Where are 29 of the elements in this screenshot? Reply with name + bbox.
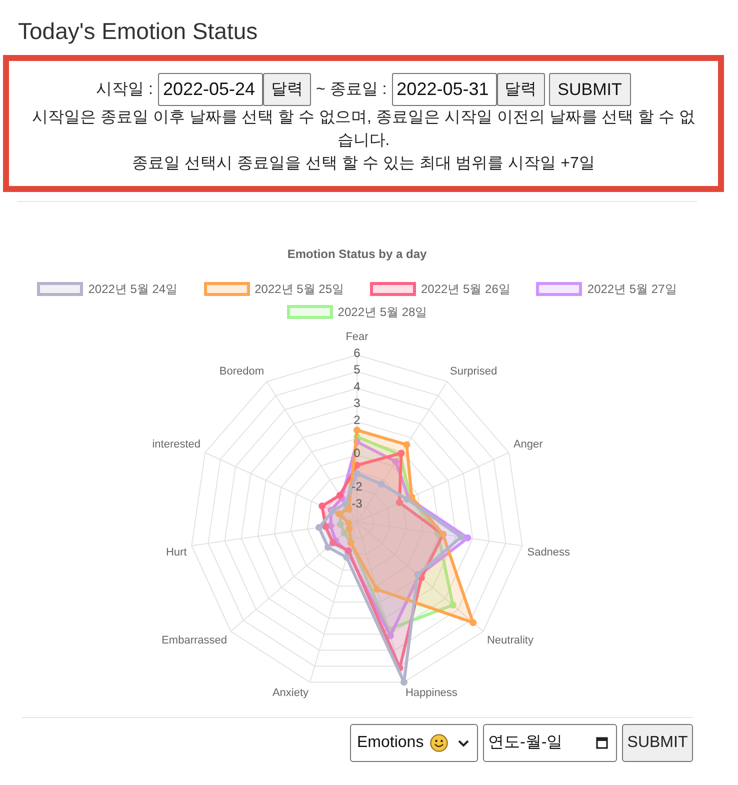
axis-label: Neutrality [487,634,534,647]
axis-label: Fear [346,331,368,343]
axis-tick-label: 6 [354,346,360,360]
axis-label: Embarrassed [162,634,227,647]
end-date-label: ~ 종료일 : [316,80,387,100]
page-title: Today's Emotion Status [18,17,258,45]
axis-tick-label: 5 [354,362,360,377]
axis-tick-label: -2 [352,480,362,494]
legend-label: 2022년 5월 27일 [587,282,677,296]
axis-label: Sadness [527,546,570,558]
legend-label: 2022년 5월 28일 [338,304,428,318]
axis-label: Anxiety [272,687,309,700]
axis-label: Anger [513,438,543,451]
axis-label: Surprised [450,365,498,378]
axis-label: Happiness [405,687,458,700]
start-date-label: 시작일 : [96,80,153,100]
legend-label: 2022년 5월 26일 [421,282,510,296]
axis-label: interested [152,438,201,451]
note-text: 종료일 선택시 종료일을 선택 할 수 있는 최대 범위를 시작일 +7일 [132,154,595,174]
note-text: 시작일은 종료일 이후 날짜를 선택 할 수 없으며, 종료일은 시작일 이전의 날짜를 선택 할 수 없습니다. [30,108,696,151]
axis-label: Hurt [166,546,187,558]
axis-tick-label: 3 [354,396,360,410]
legend-label: 2022년 5월 24일 [88,282,178,296]
axis-tick-label: -3 [352,496,362,510]
axis-tick-label: 4 [354,379,360,394]
chart-title: Emotion Status by a day [287,246,427,262]
axis-label: Boredom [219,365,264,378]
legend-label: 2022년 5월 25일 [254,282,344,296]
axis-tick-label: 2 [354,412,360,427]
